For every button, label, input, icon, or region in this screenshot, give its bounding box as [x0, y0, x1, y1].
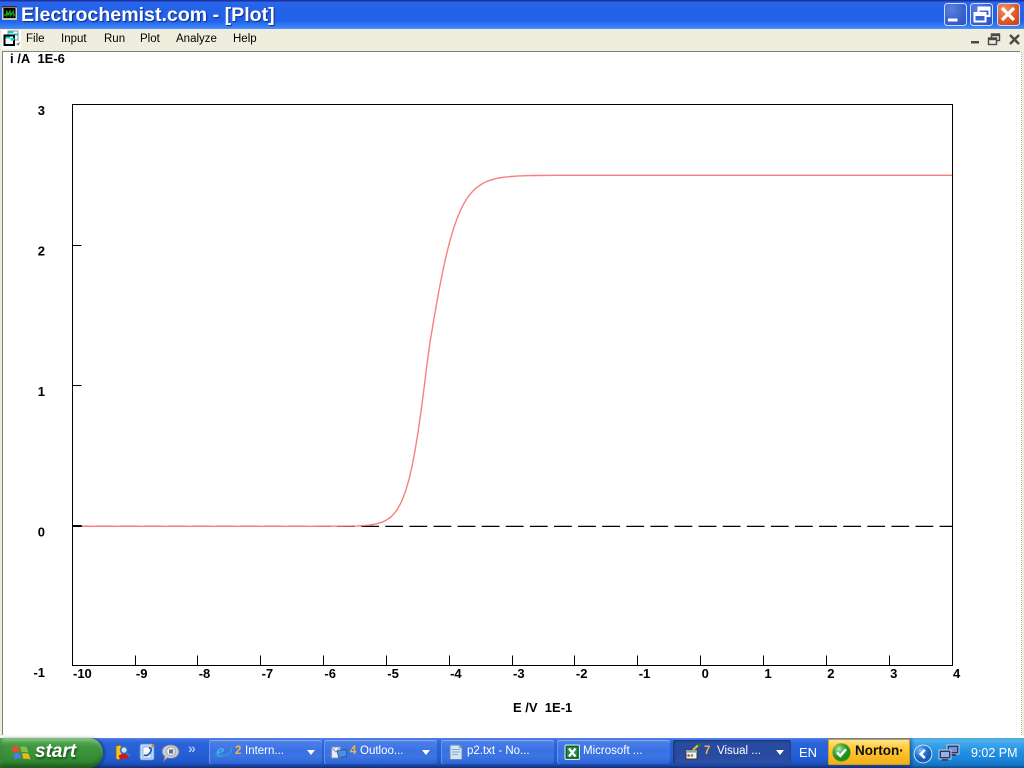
- svg-text:-1: -1: [639, 666, 651, 681]
- svg-text:0: 0: [38, 525, 45, 540]
- svg-text:2: 2: [38, 244, 45, 259]
- svg-text:-10: -10: [73, 666, 92, 681]
- svg-text:-5: -5: [387, 666, 399, 681]
- svg-text:E /V 1E-1: E /V 1E-1: [513, 700, 572, 715]
- svg-text:4: 4: [953, 666, 961, 681]
- svg-text:2: 2: [827, 666, 834, 681]
- svg-text:i /A 1E-6: i /A 1E-6: [10, 51, 65, 66]
- svg-text:-7: -7: [262, 666, 274, 681]
- svg-text:3: 3: [38, 103, 45, 118]
- svg-text:-6: -6: [324, 666, 336, 681]
- svg-text:-4: -4: [450, 666, 462, 681]
- svg-text:1: 1: [38, 384, 45, 399]
- svg-text:-9: -9: [136, 666, 148, 681]
- svg-text:-2: -2: [576, 666, 588, 681]
- svg-text:0: 0: [702, 666, 709, 681]
- svg-text:-1: -1: [33, 665, 45, 680]
- svg-text:-3: -3: [513, 666, 525, 681]
- svg-text:1: 1: [764, 666, 771, 681]
- svg-text:-8: -8: [199, 666, 211, 681]
- svg-text:3: 3: [890, 666, 897, 681]
